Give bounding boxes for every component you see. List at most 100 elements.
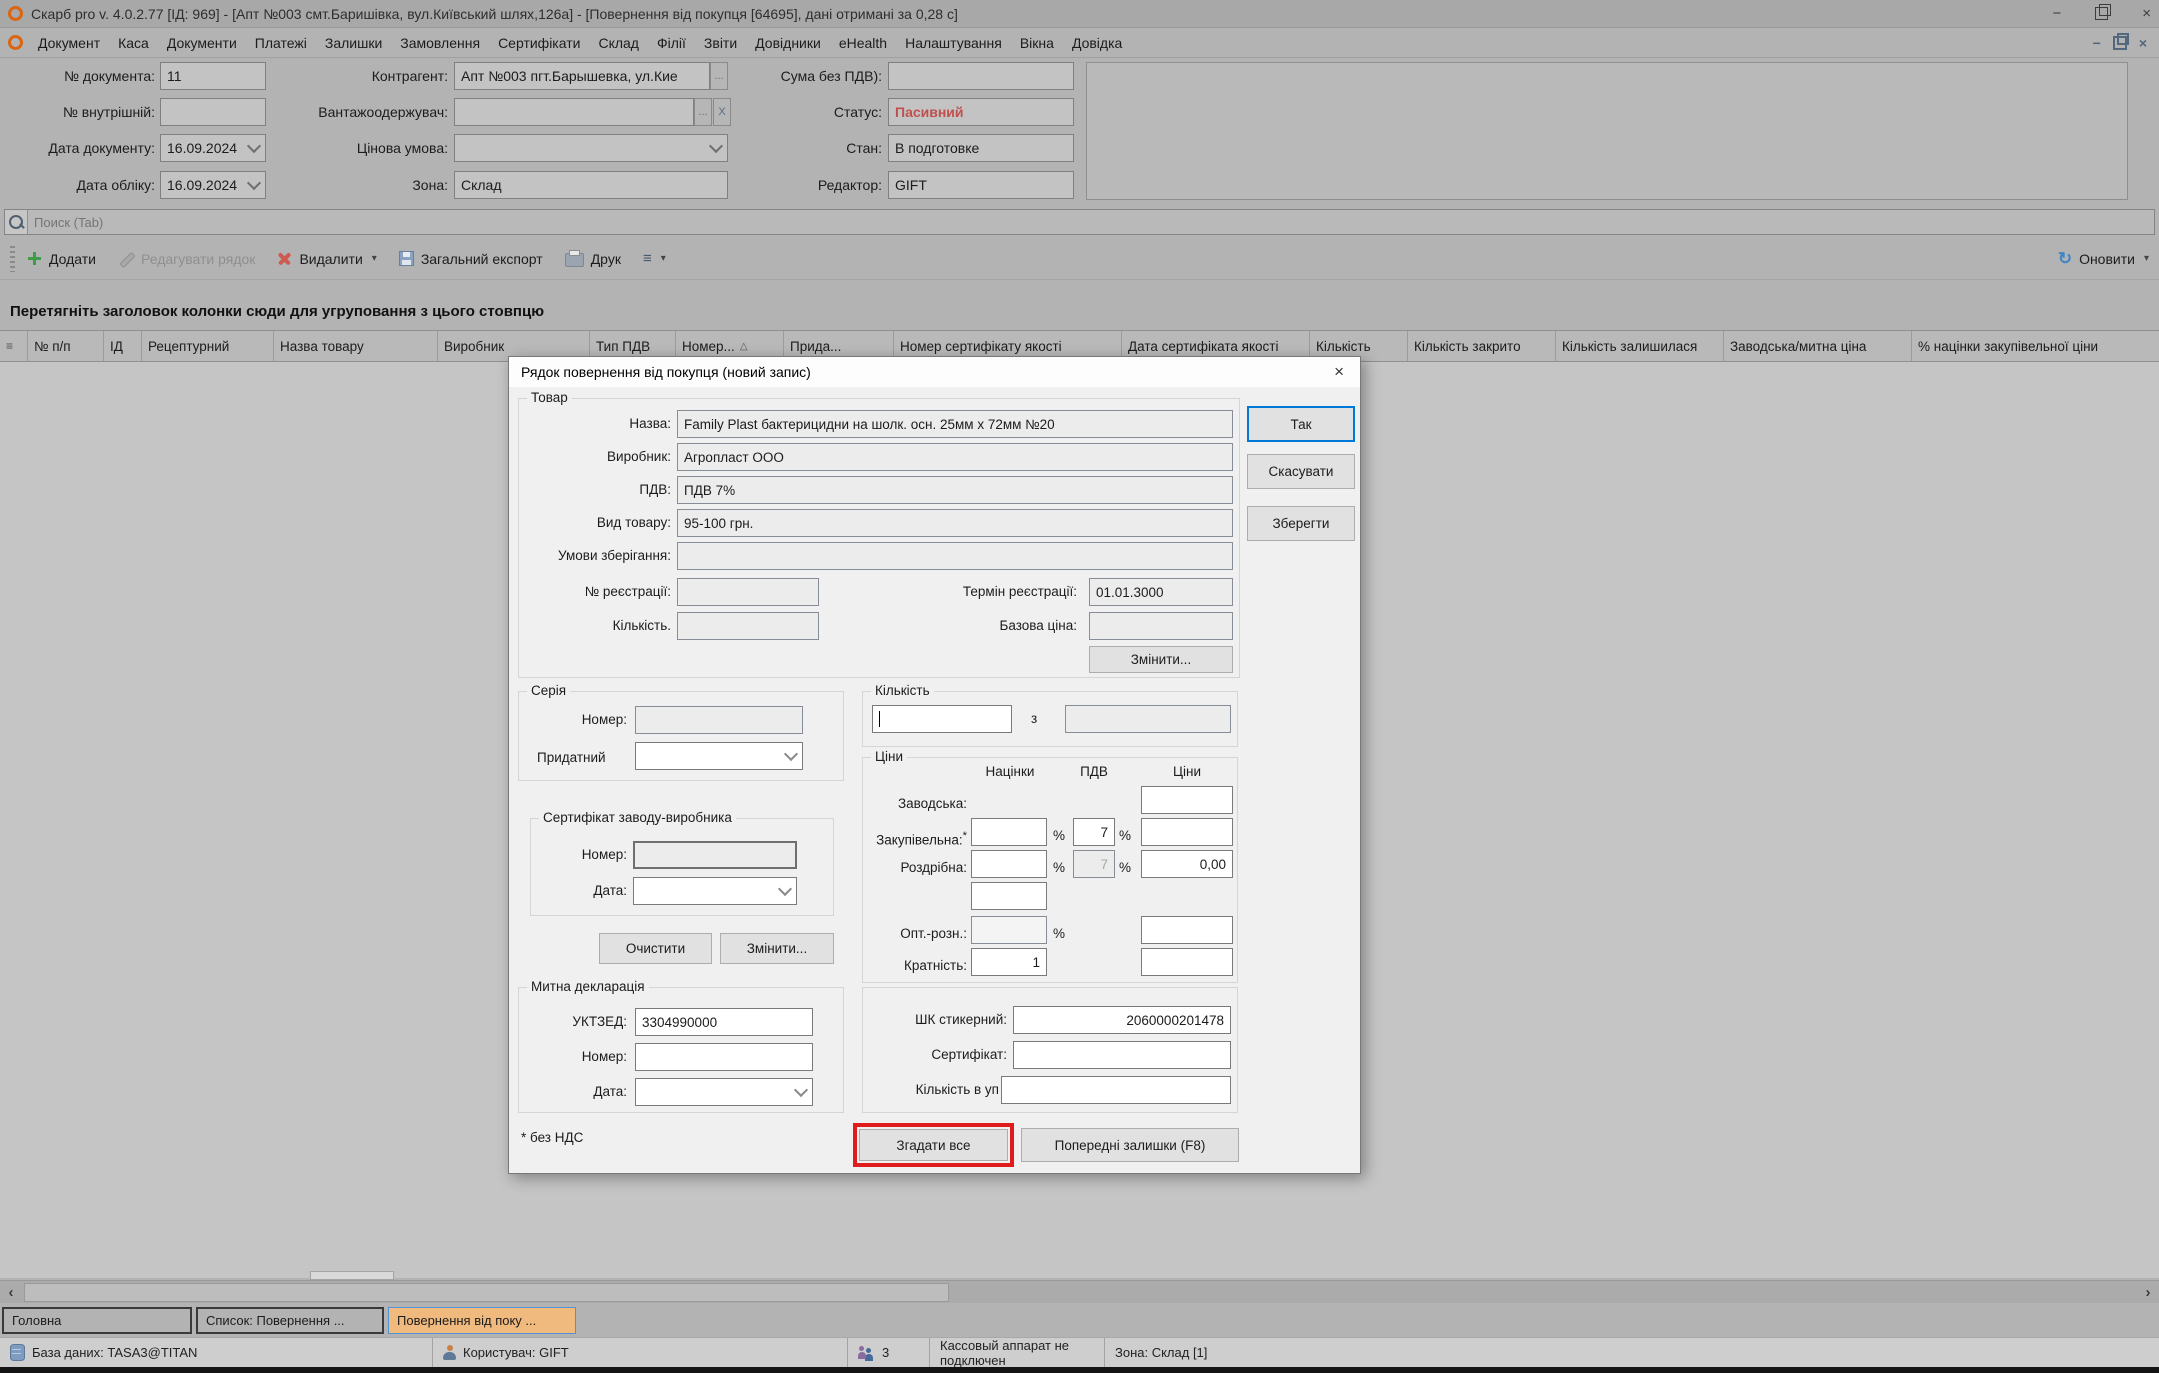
edit-row-button[interactable]: Редагувати рядок bbox=[118, 251, 255, 267]
menu-kasa[interactable]: Каса bbox=[109, 31, 158, 55]
multiplicity-input[interactable]: 1 bbox=[971, 948, 1047, 976]
product-kind-field[interactable]: 95-100 грн. bbox=[677, 509, 1233, 537]
column-header-kilkist-zakryto[interactable]: Кількість закрито bbox=[1408, 331, 1556, 361]
wholesale-markup-input[interactable] bbox=[971, 916, 1047, 944]
quantity-input[interactable] bbox=[872, 705, 1012, 733]
base-price-field[interactable] bbox=[1089, 612, 1233, 640]
scrollbar-thumb[interactable] bbox=[24, 1283, 949, 1302]
export-button[interactable]: Загальний експорт bbox=[399, 251, 543, 267]
menu-vikna[interactable]: Вікна bbox=[1011, 31, 1063, 55]
quantity-total-field[interactable] bbox=[1065, 705, 1231, 733]
menu-dokument[interactable]: Документ bbox=[29, 31, 109, 55]
retail-price-input[interactable]: 0,00 bbox=[1141, 850, 1233, 878]
menu-nalashtuvannia[interactable]: Налаштування bbox=[896, 31, 1011, 55]
doc-date-field[interactable]: 16.09.2024 bbox=[160, 134, 266, 162]
cancel-button[interactable]: Скасувати bbox=[1247, 454, 1355, 489]
purchase-price-input[interactable] bbox=[1141, 818, 1233, 846]
menu-zvity[interactable]: Звіти bbox=[695, 31, 746, 55]
wholesale-label: Опт.-розн.: bbox=[863, 920, 967, 948]
sticker-cert-input[interactable] bbox=[1013, 1041, 1231, 1069]
print-button[interactable]: Друк bbox=[565, 250, 621, 267]
cert-number-field[interactable] bbox=[633, 841, 797, 869]
restore-button[interactable] bbox=[2095, 7, 2108, 20]
doc-number-field[interactable]: 11 bbox=[160, 62, 266, 90]
tab-spysok-povernennia[interactable]: Список: Повернення ... bbox=[196, 1307, 384, 1334]
toolbar-grip-handle[interactable] bbox=[10, 246, 15, 272]
close-button[interactable]: × bbox=[2142, 5, 2151, 22]
tab-povernennia-vid-pokuptsia[interactable]: Повернення від поку ... bbox=[388, 1307, 576, 1334]
row-selector-icon[interactable]: ≡ bbox=[0, 331, 28, 361]
recall-all-button[interactable]: Згадати все bbox=[859, 1129, 1008, 1161]
manufacturer-field[interactable]: Агропласт ООО bbox=[677, 443, 1233, 471]
menu-ehealth[interactable]: eHealth bbox=[830, 31, 896, 55]
column-header-npp[interactable]: № п/п bbox=[28, 331, 104, 361]
customs-date-select[interactable] bbox=[635, 1078, 813, 1106]
mdi-minimize-button[interactable]: − bbox=[2093, 35, 2101, 51]
contractor-field[interactable]: Апт №003 пгт.Барышевка, ул.Кие bbox=[454, 62, 710, 90]
minimize-button[interactable]: − bbox=[2052, 5, 2061, 22]
column-header-id[interactable]: ІД bbox=[104, 331, 142, 361]
zone-field[interactable]: Склад bbox=[454, 171, 728, 199]
menu-zalyshky[interactable]: Залишки bbox=[316, 31, 391, 55]
menu-sertyfikaty[interactable]: Сертифікати bbox=[489, 31, 589, 55]
column-header-kilkist-zalyshylasia[interactable]: Кількість залишилася bbox=[1556, 331, 1724, 361]
search-box[interactable] bbox=[4, 209, 2155, 235]
storage-conditions-field[interactable] bbox=[677, 542, 1233, 570]
grid-hscroll-fragment[interactable] bbox=[310, 1271, 394, 1280]
column-header-natsinky[interactable]: % націнки закупівельної ціни bbox=[1912, 331, 2159, 361]
sticker-code-input[interactable]: 2060000201478 bbox=[1013, 1006, 1231, 1034]
add-button[interactable]: Додати bbox=[27, 251, 96, 267]
reg-number-field[interactable] bbox=[677, 578, 819, 606]
dialog-close-icon[interactable]: × bbox=[1330, 362, 1348, 382]
mdi-close-button[interactable]: × bbox=[2139, 35, 2147, 51]
column-header-nazva-tovaru[interactable]: Назва товару bbox=[274, 331, 438, 361]
factory-price-input[interactable] bbox=[1141, 786, 1233, 814]
acc-date-field[interactable]: 16.09.2024 bbox=[160, 171, 266, 199]
qty-per-pack-input[interactable] bbox=[1001, 1076, 1231, 1104]
horizontal-scrollbar[interactable]: ‹ › bbox=[0, 1280, 2159, 1303]
reg-term-field[interactable]: 01.01.3000 bbox=[1089, 578, 1233, 606]
series-number-field[interactable] bbox=[635, 706, 803, 734]
menu-dovidka[interactable]: Довідка bbox=[1063, 31, 1131, 55]
scroll-left-icon[interactable]: ‹ bbox=[0, 1281, 22, 1303]
uktzed-input[interactable]: 3304990000 bbox=[635, 1008, 813, 1036]
series-valid-select[interactable] bbox=[635, 742, 803, 770]
menu-filii[interactable]: Філії bbox=[648, 31, 695, 55]
product-qty-field[interactable] bbox=[677, 612, 819, 640]
tab-holovna[interactable]: Головна bbox=[2, 1307, 192, 1334]
clear-button[interactable]: Очистити bbox=[599, 933, 712, 964]
retail-markup-input[interactable] bbox=[971, 850, 1047, 878]
menu-dokumenty[interactable]: Документи bbox=[158, 31, 246, 55]
product-change-button[interactable]: Змінити... bbox=[1089, 646, 1233, 673]
ok-button[interactable]: Так bbox=[1247, 406, 1355, 442]
sum-no-vat-field[interactable] bbox=[888, 62, 1074, 90]
mdi-restore-button[interactable] bbox=[2113, 36, 2127, 50]
previous-stock-button[interactable]: Попередні залишки (F8) bbox=[1021, 1128, 1239, 1162]
consignee-field[interactable] bbox=[454, 98, 694, 126]
product-name-field[interactable]: Family Plast бактерицидни на шолк. осн. … bbox=[677, 410, 1233, 438]
save-button[interactable]: Зберегти bbox=[1247, 506, 1355, 541]
menu-platezhi[interactable]: Платежі bbox=[246, 31, 316, 55]
internal-number-field[interactable] bbox=[160, 98, 266, 126]
scroll-right-icon[interactable]: › bbox=[2137, 1281, 2159, 1303]
delete-button[interactable]: Видалити ▾ bbox=[277, 251, 376, 267]
search-input[interactable] bbox=[28, 215, 2154, 230]
cert-change-button[interactable]: Змінити... bbox=[720, 933, 834, 964]
column-header-recepturnyi[interactable]: Рецептурний bbox=[142, 331, 274, 361]
price-condition-select[interactable] bbox=[454, 134, 728, 162]
refresh-button[interactable]: ↻ Оновити ▾ bbox=[2058, 250, 2149, 267]
column-header-zavodska-mytna[interactable]: Заводська/митна ціна bbox=[1724, 331, 1912, 361]
menu-zamovlennia[interactable]: Замовлення bbox=[391, 31, 489, 55]
multiplicity-price-input[interactable] bbox=[1141, 948, 1233, 976]
dialog-title-bar[interactable]: Рядок повернення від покупця (новий запи… bbox=[509, 357, 1360, 387]
purchase-vat-input[interactable]: 7 bbox=[1073, 818, 1115, 846]
vat-field[interactable]: ПДВ 7% bbox=[677, 476, 1233, 504]
extra-markup-input[interactable] bbox=[971, 882, 1047, 910]
cert-date-select[interactable] bbox=[633, 877, 797, 905]
menu-dovidnyky[interactable]: Довідники bbox=[746, 31, 830, 55]
wholesale-price-input[interactable] bbox=[1141, 916, 1233, 944]
purchase-markup-input[interactable] bbox=[971, 818, 1047, 846]
layout-menu-button[interactable]: ≡ ▾ bbox=[643, 250, 666, 267]
customs-number-input[interactable] bbox=[635, 1043, 813, 1071]
menu-sklad[interactable]: Склад bbox=[589, 31, 648, 55]
